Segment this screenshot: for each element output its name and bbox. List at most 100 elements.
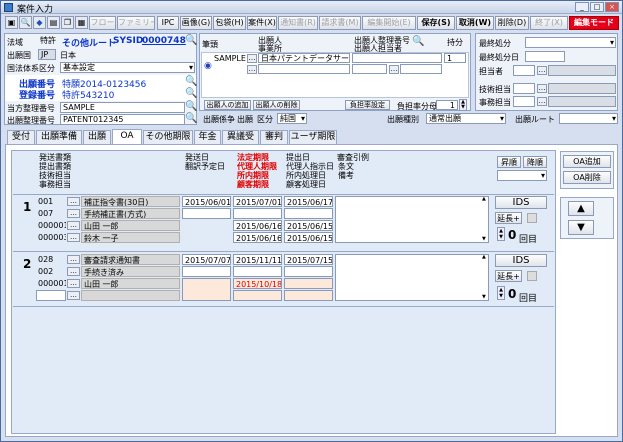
case-button[interactable]: 案件(X) <box>247 16 277 30</box>
agent-proc-field[interactable]: 2015/06/15 <box>284 220 333 231</box>
grid-icon[interactable]: ▦ <box>75 16 88 29</box>
burden-field[interactable]: 1 <box>436 100 458 110</box>
exit-button[interactable]: 終了(X) <box>530 16 568 30</box>
agent-deadline-field[interactable]: 2015/10/18 <box>233 278 282 289</box>
sort-asc-button[interactable]: 昇順 <box>497 156 521 168</box>
sysid-value[interactable]: 0000748 <box>142 36 186 46</box>
ipc-button[interactable]: IPC <box>157 16 179 30</box>
tab-other-deadline[interactable]: その他期限 <box>143 130 193 144</box>
person-lookup-button[interactable]: … <box>389 65 399 74</box>
legal-deadline-field[interactable]: 2015/11/11 <box>233 254 282 265</box>
sent-date-field[interactable]: 2015/07/07 <box>182 254 231 265</box>
sent-lookup-button[interactable]: … <box>67 255 80 264</box>
agent-proc-field[interactable] <box>284 278 333 289</box>
translate-date-field[interactable] <box>182 266 231 277</box>
person-lookup-button-2[interactable]: … <box>537 66 547 75</box>
diamond-icon[interactable]: ◆ <box>33 16 46 29</box>
share-field[interactable]: 1 <box>444 53 466 63</box>
add-applicant-button[interactable]: 出願人の追加 <box>204 100 251 110</box>
agent-instruct-field-empty[interactable] <box>284 208 333 219</box>
applicant-ref-field[interactable] <box>352 53 442 63</box>
reg-no-search-icon[interactable]: 🔍 <box>185 88 197 100</box>
tab-trial[interactable]: 審判 <box>260 130 288 144</box>
office-lookup-button-row[interactable]: … <box>67 233 80 242</box>
save-icon[interactable]: ▣ <box>5 16 18 29</box>
lead-radio-icon[interactable]: ◉ <box>204 61 212 71</box>
tab-opposition[interactable]: 異議受 <box>222 130 259 144</box>
tab-oa[interactable]: OA <box>112 129 142 144</box>
scroll-up-icon[interactable]: ▲ <box>482 255 486 260</box>
family-button[interactable]: ファミリー(F) <box>117 16 155 30</box>
move-up-icon[interactable]: ▲ <box>568 201 594 216</box>
delete-oa-button[interactable]: OA削除 <box>563 171 611 184</box>
extend-flag[interactable] <box>527 271 537 281</box>
invoice-button[interactable]: 請求書(M) <box>319 16 361 30</box>
copy-icon[interactable]: ❐ <box>61 16 74 29</box>
extend-button[interactable]: 延長+ <box>495 212 522 224</box>
kubun-select[interactable]: 純国 <box>277 113 307 124</box>
tab-annuity[interactable]: 年金 <box>194 130 221 144</box>
close-icon[interactable]: × <box>605 2 619 12</box>
app-type-select[interactable]: 通常出願 <box>426 113 506 124</box>
sent-lookup-button[interactable]: … <box>67 197 80 206</box>
edit-start-button[interactable]: 編集開始(E) <box>362 16 416 30</box>
office-code-field[interactable] <box>36 290 66 301</box>
office-lookup-button-row[interactable]: … <box>67 291 80 300</box>
route-select[interactable] <box>559 113 618 124</box>
tech-lookup-button[interactable]: … <box>537 84 547 93</box>
document-icon[interactable]: ▤ <box>47 16 60 29</box>
minimize-icon[interactable]: _ <box>575 2 589 12</box>
cancel-button[interactable]: 取消(W) <box>456 16 494 30</box>
save-button[interactable]: 保存(S) <box>417 16 455 30</box>
tech-lookup-button-row[interactable]: … <box>67 279 80 288</box>
notice-button[interactable]: 通知書(R) <box>278 16 318 30</box>
inhouse-proc-field[interactable]: 2015/06/15 <box>284 232 333 243</box>
translate-date-field[interactable] <box>182 208 231 219</box>
ids-button[interactable]: IDS <box>495 196 547 209</box>
ids-button[interactable]: IDS <box>495 254 547 267</box>
scroll-up-icon[interactable]: ▲ <box>482 197 486 202</box>
submit-lookup-button[interactable]: … <box>67 209 80 218</box>
agent-deadline-field-empty[interactable] <box>233 266 282 277</box>
app-no-search-icon[interactable]: 🔍 <box>185 76 197 88</box>
packet-button[interactable]: 包袋(H) <box>213 16 246 30</box>
image-button[interactable]: 画像(G) <box>180 16 212 30</box>
count-spinner[interactable]: ▲ ▼ <box>497 286 505 300</box>
inhouse-deadline-field[interactable]: 2015/06/16 <box>233 232 282 243</box>
agent-deadline-field-empty[interactable] <box>233 208 282 219</box>
tech-lookup-button-row[interactable]: … <box>67 221 80 230</box>
tab-uketsuke[interactable]: 受付 <box>7 130 35 144</box>
person-code-field[interactable] <box>513 65 535 76</box>
flow-button[interactable]: フロー <box>89 16 116 30</box>
count-spinner[interactable]: ▲ ▼ <box>497 227 505 241</box>
final-select[interactable] <box>525 37 616 48</box>
our-ref-field[interactable]: SAMPLE <box>60 102 185 113</box>
applicant-office-field[interactable]: 日本パテントデータサービス株式 <box>258 53 350 63</box>
scroll-down-icon[interactable]: ▼ <box>482 295 486 300</box>
applicant-search-icon[interactable]: 🔍 <box>412 36 424 48</box>
office-lookup-button[interactable]: … <box>537 97 547 106</box>
applicant-person-field-2[interactable] <box>400 64 442 74</box>
office-lookup-button[interactable]: … <box>247 65 257 74</box>
agent-deadline-field[interactable]: 2015/06/16 <box>233 220 282 231</box>
country-code-field[interactable]: JP <box>38 49 56 60</box>
burden-settings-button[interactable]: 負担率設定 <box>345 100 390 110</box>
sent-date-field[interactable]: 2015/06/01 <box>182 196 231 207</box>
tab-prep[interactable]: 出願準備 <box>36 130 82 144</box>
delete-applicant-button[interactable]: 出願人の削除 <box>253 100 300 110</box>
submit-date-field[interactable]: 2015/06/17 <box>284 196 333 207</box>
submit-date-field[interactable]: 2015/07/15 <box>284 254 333 265</box>
search-icon[interactable]: 🔍 <box>19 16 32 29</box>
classification-select[interactable]: 基本設定 <box>60 62 195 73</box>
sort-desc-button[interactable]: 降順 <box>523 156 547 168</box>
extend-button[interactable]: 延長+ <box>495 270 522 282</box>
add-oa-button[interactable]: OA追加 <box>563 155 611 168</box>
legal-deadline-field[interactable]: 2015/07/01 <box>233 196 282 207</box>
tab-filing[interactable]: 出願 <box>83 130 111 144</box>
tab-user-deadline[interactable]: ユーザ期限 <box>289 130 337 144</box>
applicant-office-field-2[interactable] <box>258 64 350 74</box>
extend-flag[interactable] <box>527 213 537 223</box>
burden-spinner[interactable]: ▲ ▼ <box>459 99 467 111</box>
sort-select[interactable] <box>497 170 547 181</box>
citation-textarea[interactable] <box>335 254 489 301</box>
